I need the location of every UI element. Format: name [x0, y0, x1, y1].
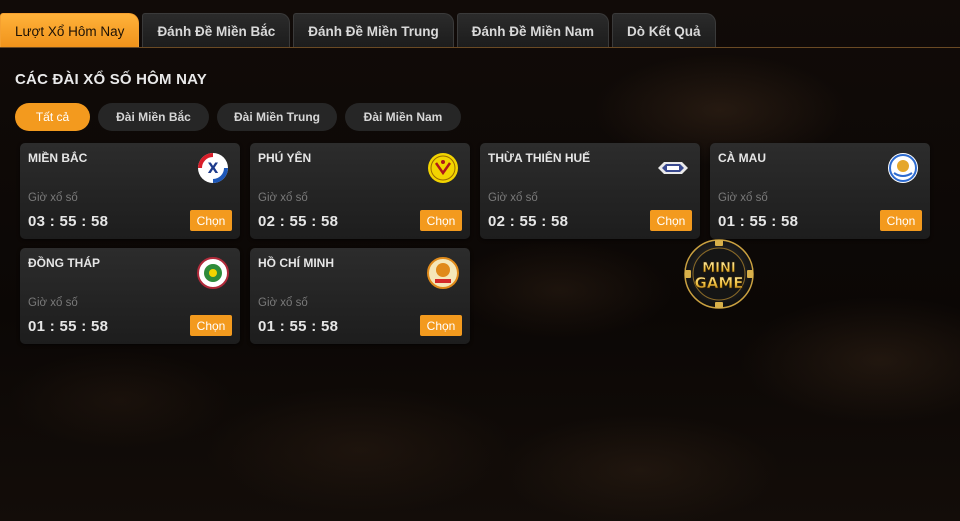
choose-button[interactable]: Chọn: [190, 315, 232, 336]
choose-button[interactable]: Chọn: [420, 210, 462, 231]
phu-yen-logo-icon: [428, 153, 458, 183]
dong-thap-logo-icon: [197, 257, 229, 289]
ca-mau-logo-icon: [888, 153, 918, 183]
choose-button[interactable]: Chọn: [650, 210, 692, 231]
countdown-timer: 01 : 55 : 58: [258, 318, 339, 335]
region-filter: Tất cả Đài Miền Bắc Đài Miền Trung Đài M…: [15, 103, 461, 131]
mini-game-line2: GAME: [694, 274, 743, 292]
choose-button[interactable]: Chọn: [880, 210, 922, 231]
ho-chi-minh-logo-icon: [427, 257, 459, 289]
tab-bar: Lượt Xổ Hôm Nay Đánh Đề Miền Bắc Đánh Đề…: [0, 12, 716, 48]
tab-luot-xo-hom-nay[interactable]: Lượt Xổ Hôm Nay: [0, 13, 140, 48]
station-card: PHÚ YÊN Giờ xổ số 02 : 55 : 58 Chọn: [250, 143, 470, 239]
countdown-timer: 03 : 55 : 58: [28, 213, 109, 230]
station-name: MIỀN BẮC: [28, 151, 88, 165]
tab-do-ket-qua[interactable]: Dò Kết Quả: [612, 13, 716, 48]
draw-time-label: Giờ xổ số: [28, 297, 78, 309]
draw-time-label: Giờ xổ số: [488, 192, 538, 204]
station-name: THỪA THIÊN HUẾ: [488, 151, 591, 165]
section-title: CÁC ĐÀI XỔ SỐ HÔM NAY: [15, 71, 208, 88]
draw-time-label: Giờ xổ số: [258, 192, 308, 204]
station-card: ĐỒNG THÁP Giờ xổ số 01 : 55 : 58 Chọn: [20, 248, 240, 344]
filter-mien-bac[interactable]: Đài Miền Bắc: [98, 103, 209, 131]
tab-divider: [0, 47, 960, 48]
station-card: CÀ MAU Giờ xổ số 01 : 55 : 58 Chọn: [710, 143, 930, 239]
tab-danh-de-mien-nam[interactable]: Đánh Đề Miền Nam: [456, 13, 610, 48]
xoso-mienbac-logo-icon: X: [198, 153, 228, 183]
draw-time-label: Giờ xổ số: [718, 192, 768, 204]
tab-danh-de-mien-trung[interactable]: Đánh Đề Miền Trung: [293, 13, 454, 48]
station-name: HỒ CHÍ MINH: [258, 256, 334, 270]
draw-time-label: Giờ xổ số: [28, 192, 78, 204]
station-card: THỪA THIÊN HUẾ Giờ xổ số 02 : 55 : 58 Ch…: [480, 143, 700, 239]
station-name: CÀ MAU: [718, 151, 766, 165]
choose-button[interactable]: Chọn: [190, 210, 232, 231]
countdown-timer: 01 : 55 : 58: [28, 318, 109, 335]
station-card: HỒ CHÍ MINH Giờ xổ số 01 : 55 : 58 Chọn: [250, 248, 470, 344]
station-card: MIỀN BẮC X Giờ xổ số 03 : 55 : 58 Chọn: [20, 143, 240, 239]
countdown-timer: 02 : 55 : 58: [258, 213, 339, 230]
svg-text:X: X: [208, 161, 219, 177]
filter-mien-trung[interactable]: Đài Miền Trung: [217, 103, 337, 131]
tab-danh-de-mien-bac[interactable]: Đánh Đề Miền Bắc: [142, 13, 291, 48]
thua-thien-hue-logo-icon: [658, 162, 688, 174]
draw-time-label: Giờ xổ số: [258, 297, 308, 309]
countdown-timer: 02 : 55 : 58: [488, 213, 569, 230]
mini-game-button[interactable]: MINI GAME: [683, 238, 755, 310]
countdown-timer: 01 : 55 : 58: [718, 213, 799, 230]
choose-button[interactable]: Chọn: [420, 315, 462, 336]
filter-all[interactable]: Tất cả: [15, 103, 90, 131]
station-name: ĐỒNG THÁP: [28, 256, 100, 270]
station-name: PHÚ YÊN: [258, 151, 312, 165]
filter-mien-nam[interactable]: Đài Miền Nam: [345, 103, 461, 131]
